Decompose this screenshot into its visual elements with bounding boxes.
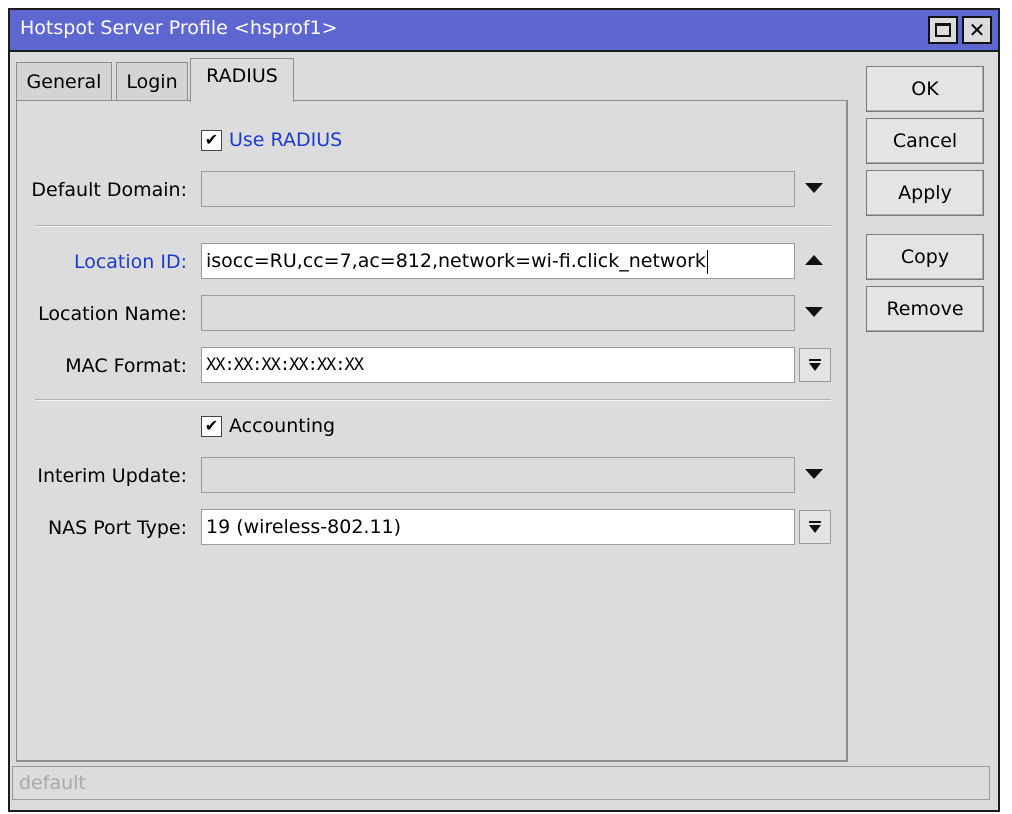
nas-port-type-dropdown-button[interactable] bbox=[799, 510, 831, 544]
use-radius-label: Use RADIUS bbox=[229, 129, 343, 151]
tab-label: Login bbox=[126, 70, 178, 93]
title-bar[interactable]: Hotspot Server Profile <hsprof1> ✕ bbox=[10, 10, 998, 52]
nas-port-type-label: NAS Port Type: bbox=[47, 517, 187, 539]
remove-button[interactable]: Remove bbox=[866, 286, 984, 332]
chevron-down-icon bbox=[805, 307, 823, 317]
dialog-window: Hotspot Server Profile <hsprof1> ✕ Gener… bbox=[8, 8, 1000, 812]
accounting-checkbox[interactable]: ✔ Accounting bbox=[201, 415, 335, 437]
radius-tab-panel: ✔ Use RADIUS Default Domain: Location ID… bbox=[16, 100, 848, 762]
interim-update-expand-arrow[interactable] bbox=[805, 469, 823, 479]
tab-general[interactable]: General bbox=[16, 62, 112, 100]
mac-format-label: MAC Format: bbox=[65, 355, 187, 377]
location-id-collapse-arrow[interactable] bbox=[805, 255, 823, 265]
separator bbox=[35, 399, 831, 401]
mac-format-select[interactable]: XX:XX:XX:XX:XX:XX bbox=[201, 347, 795, 383]
close-button[interactable]: ✕ bbox=[962, 16, 992, 44]
dropdown-arrow-icon bbox=[809, 363, 821, 371]
dropdown-arrow-icon bbox=[809, 525, 821, 533]
apply-button[interactable]: Apply bbox=[866, 170, 984, 216]
location-id-value: isocc=RU,cc=7,ac=812,network=wi-fi.click… bbox=[206, 250, 706, 272]
separator bbox=[35, 225, 831, 227]
mac-format-dropdown-button[interactable] bbox=[799, 348, 831, 382]
location-id-label: Location ID: bbox=[73, 251, 187, 273]
tab-label: General bbox=[26, 70, 102, 93]
check-icon: ✔ bbox=[201, 415, 222, 437]
tab-label: RADIUS bbox=[206, 65, 278, 87]
chevron-up-icon bbox=[805, 255, 823, 265]
dropdown-bar bbox=[809, 359, 821, 361]
location-id-field[interactable]: isocc=RU,cc=7,ac=812,network=wi-fi.click… bbox=[201, 243, 795, 279]
copy-button[interactable]: Copy bbox=[866, 234, 984, 280]
nas-port-type-select[interactable]: 19 (wireless-802.11) bbox=[201, 509, 795, 545]
maximize-icon bbox=[935, 23, 951, 37]
ok-button[interactable]: OK bbox=[866, 66, 984, 112]
interim-update-label: Interim Update: bbox=[37, 465, 187, 487]
status-bar: default bbox=[12, 766, 990, 800]
dropdown-bar bbox=[809, 521, 821, 523]
location-name-label: Location Name: bbox=[38, 303, 187, 325]
location-name-expand-arrow[interactable] bbox=[805, 307, 823, 317]
window-title: Hotspot Server Profile <hsprof1> bbox=[20, 17, 338, 39]
default-domain-field[interactable] bbox=[201, 171, 795, 207]
location-name-field[interactable] bbox=[201, 295, 795, 331]
check-icon: ✔ bbox=[201, 129, 222, 151]
tab-login[interactable]: Login bbox=[116, 62, 188, 100]
chevron-down-icon bbox=[805, 183, 823, 193]
accounting-label: Accounting bbox=[229, 415, 336, 437]
tab-radius[interactable]: RADIUS bbox=[190, 58, 294, 102]
close-icon: ✕ bbox=[968, 18, 986, 42]
use-radius-checkbox[interactable]: ✔ Use RADIUS bbox=[201, 129, 342, 151]
chevron-down-icon bbox=[805, 469, 823, 479]
text-cursor bbox=[706, 249, 708, 274]
default-domain-label: Default Domain: bbox=[31, 179, 187, 201]
cancel-button[interactable]: Cancel bbox=[866, 118, 984, 164]
interim-update-field[interactable] bbox=[201, 457, 795, 493]
maximize-button[interactable] bbox=[928, 16, 958, 44]
default-domain-expand-arrow[interactable] bbox=[805, 183, 823, 193]
